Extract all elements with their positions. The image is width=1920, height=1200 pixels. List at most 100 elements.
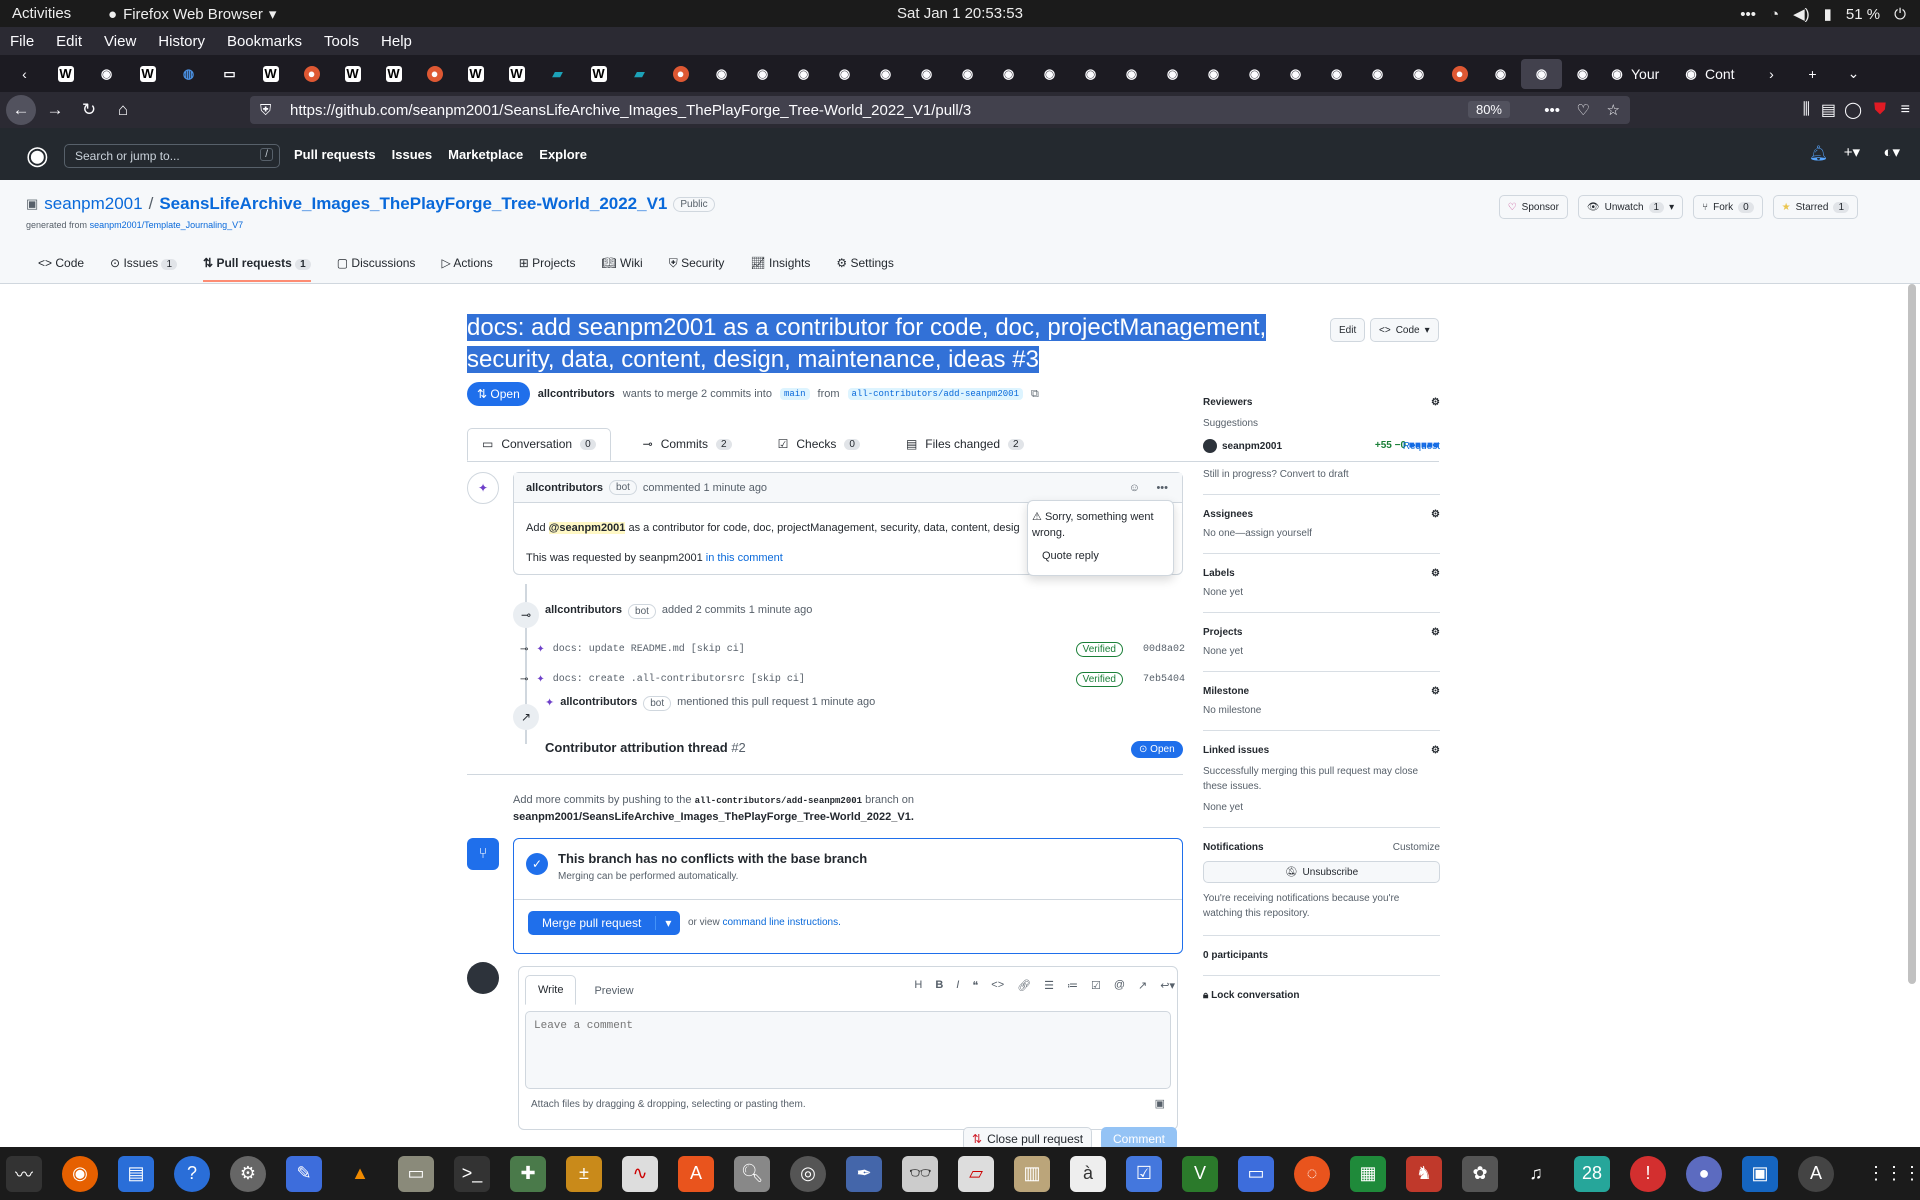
avatar-menu[interactable]: ◐▾ bbox=[1883, 143, 1900, 161]
tab-wikipedia[interactable]: W bbox=[455, 59, 496, 89]
menu-tools[interactable]: Tools bbox=[324, 33, 359, 50]
commit-sha[interactable]: 00d8a02 bbox=[1143, 644, 1185, 655]
user-avatar[interactable] bbox=[467, 962, 499, 994]
suggested-reviewer[interactable]: seanpm2001 bbox=[1222, 441, 1282, 452]
text-editor-icon[interactable]: ✎ bbox=[286, 1155, 322, 1192]
tab-github[interactable]: ◉ bbox=[1398, 59, 1439, 89]
copy-icon[interactable]: ⧉ bbox=[1031, 388, 1039, 401]
lock-conversation[interactable]: 🔒︎ Lock conversation bbox=[1203, 976, 1440, 1001]
account-icon[interactable]: ◯ bbox=[1844, 100, 1862, 120]
tab-wikipedia[interactable]: W bbox=[332, 59, 373, 89]
music-icon[interactable]: ♫ bbox=[1518, 1156, 1554, 1192]
tab-wiki[interactable]: 📖︎ Wiki bbox=[601, 256, 642, 282]
unwatch-button[interactable]: 👁︎ Unwatch 1 ▾ bbox=[1577, 195, 1684, 219]
tab-github-active[interactable]: ◉ bbox=[1521, 58, 1562, 89]
character-map-icon[interactable]: à bbox=[1070, 1155, 1106, 1192]
tab-projects[interactable]: ⊞ Projects bbox=[519, 256, 576, 282]
verified-badge[interactable]: Verified bbox=[1075, 641, 1123, 657]
tab-files-changed[interactable]: ▤ Files changed 2 bbox=[892, 437, 1038, 461]
tab-github[interactable]: ◉ bbox=[1111, 59, 1152, 89]
edit-title-button[interactable]: Edit bbox=[1330, 318, 1366, 342]
accessibility-icon[interactable]: 👓︎ bbox=[902, 1155, 938, 1192]
menu-history[interactable]: History bbox=[158, 33, 205, 50]
numbered-list-icon[interactable]: ≔ bbox=[1067, 979, 1078, 992]
tab-github[interactable]: ◉ bbox=[1070, 59, 1111, 89]
pdf-icon[interactable]: ▱ bbox=[958, 1155, 994, 1192]
cross-reference-icon[interactable]: ↗ bbox=[1138, 979, 1147, 992]
reply-icon[interactable]: ↩▾ bbox=[1160, 979, 1175, 992]
library-icon[interactable]: ⫼ bbox=[1803, 101, 1810, 119]
gear-icon[interactable]: ⚙ bbox=[1431, 568, 1440, 579]
github-search[interactable]: Search or jump to... / bbox=[64, 144, 280, 168]
fork-button[interactable]: ⑂ Fork 0 bbox=[1693, 195, 1763, 219]
gear-icon[interactable]: ⚙ bbox=[1431, 686, 1440, 697]
tab-code[interactable]: <> Code bbox=[38, 256, 84, 282]
inkscape-icon[interactable]: ✒ bbox=[846, 1155, 882, 1192]
menu-help[interactable]: Help bbox=[381, 33, 412, 50]
page-actions-icon[interactable]: ••• bbox=[1544, 102, 1560, 119]
system-tray[interactable]: ••• ◔ ◀) ▮ 51 % ⏻ bbox=[1740, 5, 1906, 24]
task-list-icon[interactable]: ☑ bbox=[1091, 979, 1101, 992]
page-scrollbar[interactable] bbox=[1908, 284, 1916, 984]
in-this-comment-link[interactable]: in this comment bbox=[706, 552, 783, 564]
tab-github[interactable]: ◉ bbox=[1316, 59, 1357, 89]
extension-icon[interactable]: ✚ bbox=[510, 1155, 546, 1192]
help-icon[interactable]: ? bbox=[174, 1155, 210, 1192]
tab-actions[interactable]: ▷ Actions bbox=[441, 256, 492, 282]
commit-sha[interactable]: 7eb5404 bbox=[1143, 674, 1185, 685]
user-mention[interactable]: @seanpm2001 bbox=[548, 522, 626, 534]
convert-to-draft[interactable]: Still in progress? Convert to draft bbox=[1203, 469, 1440, 480]
tab-github[interactable]: ◉ bbox=[1234, 59, 1275, 89]
tab-github[interactable]: ◉ bbox=[86, 59, 127, 89]
quote-reply-item[interactable]: Quote reply bbox=[1032, 550, 1169, 562]
tab-github[interactable]: ◉ bbox=[865, 59, 906, 89]
tab-github[interactable]: ◉ bbox=[1193, 59, 1234, 89]
mention-icon[interactable]: @ bbox=[1114, 979, 1125, 992]
tab-issues[interactable]: ⊙ Issues 1 bbox=[110, 256, 178, 282]
settings-icon[interactable]: ⚙ bbox=[230, 1155, 266, 1192]
smiley-icon[interactable]: ☺ bbox=[1129, 482, 1140, 494]
sidebar-icon[interactable]: ▤ bbox=[1821, 100, 1836, 120]
tab-github-cont[interactable]: ◉ Cont bbox=[1677, 59, 1751, 89]
game-icon[interactable]: ♞ bbox=[1406, 1155, 1442, 1192]
tab-github[interactable]: ◉ bbox=[1029, 59, 1070, 89]
alert-app-icon[interactable]: ! bbox=[1630, 1155, 1666, 1192]
merge-options-dropdown[interactable]: ▾ bbox=[655, 916, 680, 930]
system-monitor-icon[interactable]: 〰 bbox=[6, 1155, 42, 1192]
assign-yourself-link[interactable]: No one—assign yourself bbox=[1203, 528, 1440, 539]
bookmark-star-icon[interactable]: ☆ bbox=[1607, 101, 1620, 119]
zoom-level[interactable]: 80% bbox=[1467, 101, 1510, 118]
url-field[interactable]: ⛨ https://github.com/seanpm2001/SeansLif… bbox=[250, 96, 1630, 124]
sponsor-button[interactable]: ♡ Sponsor bbox=[1498, 195, 1568, 219]
gear-icon[interactable]: ⚙ bbox=[1431, 509, 1440, 520]
tab-conversation[interactable]: ▭ Conversation 0 bbox=[467, 428, 611, 461]
home-button[interactable]: ⌂ bbox=[108, 95, 138, 125]
archive-icon[interactable]: ▥ bbox=[1014, 1155, 1050, 1192]
tab-wikipedia[interactable]: W bbox=[496, 59, 537, 89]
tab-site[interactable]: ▰ bbox=[619, 59, 660, 89]
tab-list-button[interactable]: ⌄ bbox=[1833, 59, 1874, 89]
tab-wikipedia[interactable]: W bbox=[250, 59, 291, 89]
tab-github[interactable]: ◉ bbox=[824, 59, 865, 89]
gear-icon[interactable]: ⚙ bbox=[1431, 397, 1440, 408]
files-icon[interactable]: ▭ bbox=[398, 1155, 434, 1192]
tab-insights[interactable]: 📈︎ Insights bbox=[750, 256, 810, 282]
tab-duckduckgo[interactable]: ● bbox=[660, 59, 701, 89]
tab-github[interactable]: ◉ bbox=[947, 59, 988, 89]
referenced-issue[interactable]: Contributor attribution thread #2 bbox=[545, 740, 746, 755]
template-link[interactable]: seanpm2001/Template_Journaling_V7 bbox=[90, 220, 244, 230]
bot-avatar[interactable]: ✦ bbox=[467, 472, 499, 504]
vim-icon[interactable]: V bbox=[1182, 1155, 1218, 1192]
gear-icon[interactable]: ⚙ bbox=[1431, 745, 1440, 756]
tab-security[interactable]: ⛨ Security bbox=[669, 256, 725, 282]
tab-github[interactable]: ◉ bbox=[742, 59, 783, 89]
gimp-icon[interactable]: ✿ bbox=[1462, 1155, 1498, 1192]
request-review-link[interactable]: Request bbox=[1403, 441, 1440, 452]
firefox-dock-icon[interactable]: ◉ bbox=[62, 1155, 98, 1192]
tab-scroll-right[interactable]: › bbox=[1751, 59, 1792, 89]
reload-button[interactable]: ↻ bbox=[74, 95, 104, 125]
tab-doc[interactable]: ▭ bbox=[209, 59, 250, 89]
ubuntu-icon[interactable]: ◌ bbox=[1294, 1155, 1330, 1192]
tab-github[interactable]: ◉ bbox=[1562, 59, 1603, 89]
menu-file[interactable]: File bbox=[10, 33, 34, 50]
